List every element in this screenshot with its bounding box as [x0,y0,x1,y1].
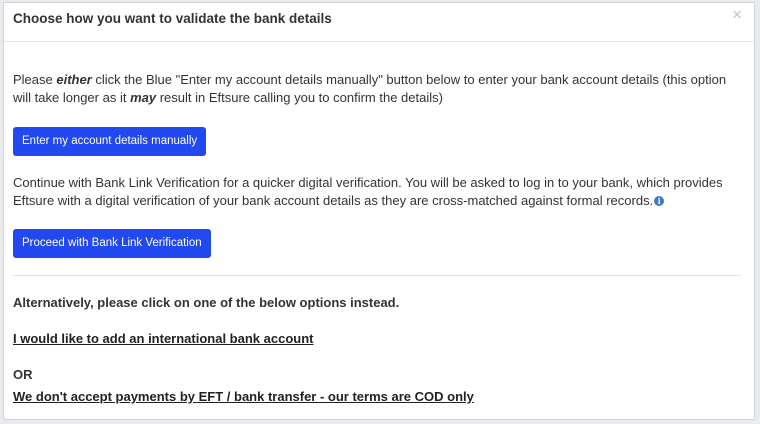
enter-details-manually-button[interactable]: Enter my account details manually [13,127,207,156]
modal-title: Choose how you want to validate the bank… [13,11,332,26]
bank-link-description: Continue with Bank Link Verification for… [13,174,745,210]
international-bank-account-link[interactable]: I would like to add an international ban… [13,331,313,346]
or-label: OR [13,367,33,382]
bank-link-verification-button[interactable]: Proceed with Bank Link Verification [13,229,211,258]
manual-text-may: may [130,90,157,105]
modal-header: Choose how you want to validate the bank… [4,3,754,42]
alternatives-heading: Alternatively, please click on one of th… [13,295,400,310]
info-icon[interactable]: i [654,196,665,206]
validate-bank-details-modal: Choose how you want to validate the bank… [3,2,755,420]
manual-text-suffix: result in Eftsure calling you to confirm… [156,90,443,105]
cod-only-link[interactable]: We don't accept payments by EFT / bank t… [13,389,474,404]
manual-text-prefix: Please [13,72,57,87]
section-divider [13,275,741,276]
manual-entry-description: Please either click the Blue "Enter my a… [13,71,745,107]
close-icon[interactable]: × [732,5,742,25]
bank-link-text: Continue with Bank Link Verification for… [13,175,723,208]
manual-text-either: either [56,72,92,87]
